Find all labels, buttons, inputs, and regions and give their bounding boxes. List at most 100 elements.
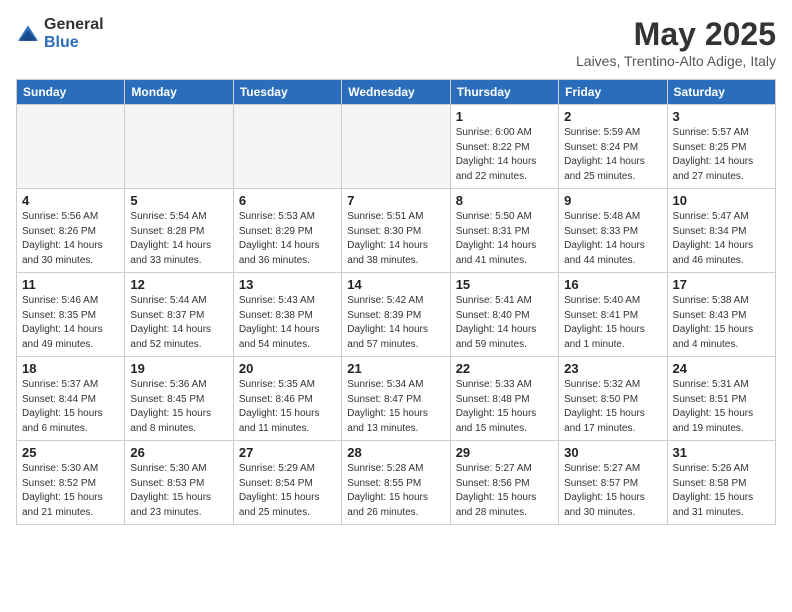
day-info: Sunrise: 5:51 AM Sunset: 8:30 PM Dayligh… [347,210,444,268]
day-number: 26 [130,445,227,460]
weekday-header-row: SundayMondayTuesdayWednesdayThursdayFrid… [17,80,776,105]
day-number: 28 [347,445,444,460]
day-info: Sunrise: 6:00 AM Sunset: 8:22 PM Dayligh… [456,126,553,184]
calendar-cell: 31Sunrise: 5:26 AM Sunset: 8:58 PM Dayli… [667,441,775,525]
day-info: Sunrise: 5:47 AM Sunset: 8:34 PM Dayligh… [673,210,770,268]
day-number: 10 [673,193,770,208]
calendar-cell: 14 Sunrise: 5:42 AM Sunset: 8:39 PM Dayli… [342,273,450,357]
calendar-body: 1 Sunrise: 6:00 AM Sunset: 8:22 PM Daylig… [17,105,776,525]
calendar-cell: 4Sunrise: 5:56 AM Sunset: 8:26 PM Daylig… [17,189,125,273]
day-info: Sunrise: 5:30 AM Sunset: 8:53 PM Dayligh… [130,462,227,520]
calendar-cell: 21 Sunrise: 5:34 AM Sunset: 8:47 PM Dayli… [342,357,450,441]
day-number: 12 [130,277,227,292]
day-info: Sunrise: 5:33 AM Sunset: 8:48 PM Dayligh… [456,378,553,436]
day-number: 5 [130,193,227,208]
day-info: Sunrise: 5:31 AM Sunset: 8:51 PM Dayligh… [673,378,770,436]
day-info: Sunrise: 5:43 AM Sunset: 8:38 PM Dayligh… [239,294,336,352]
day-info: Sunrise: 5:27 AM Sunset: 8:57 PM Dayligh… [564,462,661,520]
calendar-cell: 29Sunrise: 5:27 AM Sunset: 8:56 PM Dayli… [450,441,558,525]
calendar-cell [233,105,341,189]
calendar-cell: 9 Sunrise: 5:48 AM Sunset: 8:33 PM Daylig… [559,189,667,273]
day-info: Sunrise: 5:36 AM Sunset: 8:45 PM Dayligh… [130,378,227,436]
calendar-cell: 23 Sunrise: 5:32 AM Sunset: 8:50 PM Dayli… [559,357,667,441]
calendar-cell: 15 Sunrise: 5:41 AM Sunset: 8:40 PM Dayli… [450,273,558,357]
day-number: 1 [456,109,553,124]
calendar-subtitle: Laives, Trentino-Alto Adige, Italy [576,53,776,69]
calendar-cell: 19 Sunrise: 5:36 AM Sunset: 8:45 PM Dayli… [125,357,233,441]
title-area: May 2025 Laives, Trentino-Alto Adige, It… [576,16,776,69]
weekday-header-wednesday: Wednesday [342,80,450,105]
calendar-week-2: 4Sunrise: 5:56 AM Sunset: 8:26 PM Daylig… [17,189,776,273]
day-info: Sunrise: 5:32 AM Sunset: 8:50 PM Dayligh… [564,378,661,436]
day-number: 22 [456,361,553,376]
calendar-cell: 20Sunrise: 5:35 AM Sunset: 8:46 PM Dayli… [233,357,341,441]
day-info: Sunrise: 5:50 AM Sunset: 8:31 PM Dayligh… [456,210,553,268]
calendar-cell: 27 Sunrise: 5:29 AM Sunset: 8:54 PM Dayli… [233,441,341,525]
day-info: Sunrise: 5:29 AM Sunset: 8:54 PM Dayligh… [239,462,336,520]
day-number: 6 [239,193,336,208]
day-number: 20 [239,361,336,376]
calendar-cell: 2 Sunrise: 5:59 AM Sunset: 8:24 PM Daylig… [559,105,667,189]
day-info: Sunrise: 5:26 AM Sunset: 8:58 PM Dayligh… [673,462,770,520]
calendar-cell [342,105,450,189]
day-info: Sunrise: 5:28 AM Sunset: 8:55 PM Dayligh… [347,462,444,520]
day-info: Sunrise: 5:53 AM Sunset: 8:29 PM Dayligh… [239,210,336,268]
day-number: 27 [239,445,336,460]
calendar-cell [125,105,233,189]
calendar-cell: 26 Sunrise: 5:30 AM Sunset: 8:53 PM Dayli… [125,441,233,525]
day-number: 14 [347,277,444,292]
calendar-week-5: 25 Sunrise: 5:30 AM Sunset: 8:52 PM Dayli… [17,441,776,525]
calendar-cell: 1 Sunrise: 6:00 AM Sunset: 8:22 PM Daylig… [450,105,558,189]
day-info: Sunrise: 5:44 AM Sunset: 8:37 PM Dayligh… [130,294,227,352]
calendar-title: May 2025 [576,16,776,53]
day-number: 7 [347,193,444,208]
calendar-header: SundayMondayTuesdayWednesdayThursdayFrid… [17,80,776,105]
weekday-header-saturday: Saturday [667,80,775,105]
day-number: 15 [456,277,553,292]
calendar-week-1: 1 Sunrise: 6:00 AM Sunset: 8:22 PM Daylig… [17,105,776,189]
logo-text-general: General [44,16,104,33]
calendar-cell: 25 Sunrise: 5:30 AM Sunset: 8:52 PM Dayli… [17,441,125,525]
day-info: Sunrise: 5:38 AM Sunset: 8:43 PM Dayligh… [673,294,770,352]
day-info: Sunrise: 5:37 AM Sunset: 8:44 PM Dayligh… [22,378,119,436]
day-number: 29 [456,445,553,460]
logo-text-blue: Blue [44,34,79,51]
day-number: 25 [22,445,119,460]
calendar-cell: 12 Sunrise: 5:44 AM Sunset: 8:37 PM Dayli… [125,273,233,357]
weekday-header-monday: Monday [125,80,233,105]
day-info: Sunrise: 5:59 AM Sunset: 8:24 PM Dayligh… [564,126,661,184]
weekday-header-thursday: Thursday [450,80,558,105]
day-number: 23 [564,361,661,376]
calendar-cell: 11Sunrise: 5:46 AM Sunset: 8:35 PM Dayli… [17,273,125,357]
day-number: 8 [456,193,553,208]
day-info: Sunrise: 5:30 AM Sunset: 8:52 PM Dayligh… [22,462,119,520]
day-number: 21 [347,361,444,376]
day-number: 13 [239,277,336,292]
header: General Blue May 2025 Laives, Trentino-A… [16,16,776,69]
weekday-header-sunday: Sunday [17,80,125,105]
day-info: Sunrise: 5:41 AM Sunset: 8:40 PM Dayligh… [456,294,553,352]
calendar-cell: 30 Sunrise: 5:27 AM Sunset: 8:57 PM Dayli… [559,441,667,525]
day-number: 16 [564,277,661,292]
logo-icon [16,24,40,44]
day-number: 18 [22,361,119,376]
calendar-cell: 5Sunrise: 5:54 AM Sunset: 8:28 PM Daylig… [125,189,233,273]
calendar-cell: 22 Sunrise: 5:33 AM Sunset: 8:48 PM Dayli… [450,357,558,441]
calendar-week-4: 18 Sunrise: 5:37 AM Sunset: 8:44 PM Dayli… [17,357,776,441]
day-number: 4 [22,193,119,208]
calendar-cell [17,105,125,189]
calendar-cell: 17Sunrise: 5:38 AM Sunset: 8:43 PM Dayli… [667,273,775,357]
day-number: 30 [564,445,661,460]
calendar-cell: 3Sunrise: 5:57 AM Sunset: 8:25 PM Daylig… [667,105,775,189]
day-number: 19 [130,361,227,376]
day-info: Sunrise: 5:34 AM Sunset: 8:47 PM Dayligh… [347,378,444,436]
day-info: Sunrise: 5:48 AM Sunset: 8:33 PM Dayligh… [564,210,661,268]
day-number: 9 [564,193,661,208]
day-info: Sunrise: 5:42 AM Sunset: 8:39 PM Dayligh… [347,294,444,352]
day-number: 3 [673,109,770,124]
calendar-cell: 13 Sunrise: 5:43 AM Sunset: 8:38 PM Dayli… [233,273,341,357]
day-number: 2 [564,109,661,124]
day-info: Sunrise: 5:46 AM Sunset: 8:35 PM Dayligh… [22,294,119,352]
calendar-week-3: 11Sunrise: 5:46 AM Sunset: 8:35 PM Dayli… [17,273,776,357]
calendar-cell: 16Sunrise: 5:40 AM Sunset: 8:41 PM Dayli… [559,273,667,357]
